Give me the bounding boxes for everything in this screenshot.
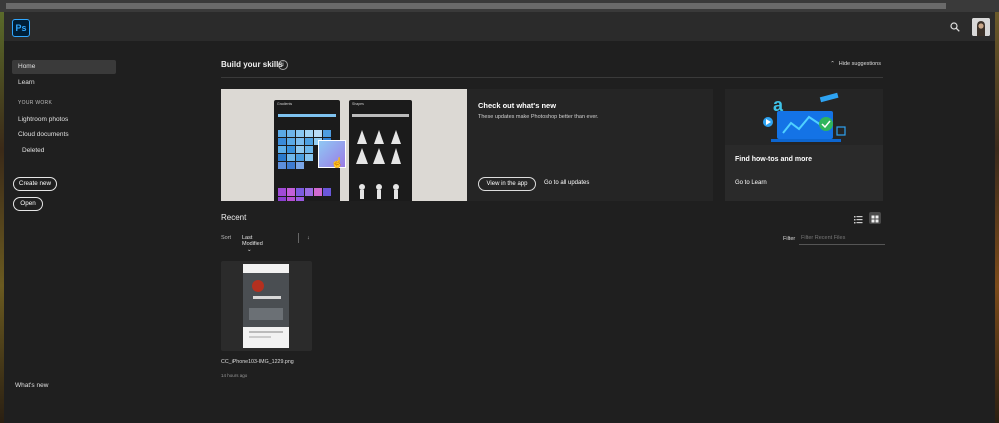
- gradients-panel-image: Gradients ☝: [274, 100, 346, 201]
- whats-new-title: Check out what's new: [478, 101, 557, 110]
- gradients-panel-title: Gradients: [277, 102, 293, 106]
- recent-file-name[interactable]: CC_iPhone103-IMG_1229.png: [221, 359, 294, 365]
- sort-value: Last Modified: [242, 235, 263, 247]
- recent-title: Recent: [221, 213, 247, 222]
- whats-new-illustration: Gradients ☝ Shapes: [221, 89, 467, 201]
- whats-new-link[interactable]: What's new: [9, 379, 113, 393]
- thumbnail-image: [243, 264, 289, 348]
- filter-label: Filter: [783, 236, 796, 242]
- info-icon[interactable]: i: [278, 60, 288, 70]
- file-thumbnail: [243, 264, 289, 348]
- whats-new-description: These updates make Photoshop better than…: [478, 114, 599, 120]
- sidebar-section-your-work: YOUR WORK: [18, 100, 53, 106]
- learn-card[interactable]: a Find how-tos and more Go to Learn: [725, 89, 883, 201]
- photoshop-logo[interactable]: Ps: [12, 19, 30, 37]
- shapes-panel-image: Shapes: [349, 100, 412, 201]
- avatar[interactable]: [972, 18, 990, 36]
- divider: [221, 77, 883, 78]
- sort-direction-arrow-icon[interactable]: ↓: [307, 235, 310, 241]
- hide-suggestions-button[interactable]: ⌃ Hide suggestions: [830, 61, 881, 67]
- main-content: Build your skills i ⌃ Hide suggestions Gr…: [221, 41, 885, 423]
- learn-card-title: Find how-tos and more: [735, 156, 812, 163]
- filter-input[interactable]: [799, 232, 885, 245]
- grid-view-toggle[interactable]: [869, 212, 881, 224]
- shape-thumbnails: [352, 114, 409, 199]
- chevron-up-icon: ⌃: [830, 61, 835, 67]
- recent-file-time: 14 hours ago: [221, 373, 248, 378]
- sidebar-item-lightroom[interactable]: Lightroom photos: [12, 113, 116, 127]
- sort-control: Sort Last Modified ⌄ ↓: [221, 233, 310, 253]
- learn-illustration: a: [725, 89, 883, 145]
- create-new-button[interactable]: Create new: [13, 177, 57, 191]
- laptop-illustration: a: [763, 92, 846, 142]
- sort-dropdown[interactable]: Last Modified ⌄: [242, 235, 263, 253]
- go-to-learn-link[interactable]: Go to Learn: [735, 180, 767, 186]
- sidebar-item-cloud-documents[interactable]: Cloud documents: [12, 128, 116, 142]
- view-in-app-button[interactable]: View in the app: [478, 177, 536, 191]
- sidebar: Home Learn YOUR WORK Lightroom photos Cl…: [4, 41, 120, 423]
- build-skills-title: Build your skills: [221, 60, 283, 69]
- shapes-panel-title: Shapes: [352, 102, 364, 106]
- window-title-bar: [6, 3, 946, 9]
- sidebar-item-deleted[interactable]: Deleted: [12, 144, 116, 158]
- list-view-icon: [854, 216, 863, 224]
- avatar-image: [972, 18, 990, 36]
- hide-suggestions-label: Hide suggestions: [838, 61, 881, 67]
- whats-new-card[interactable]: Gradients ☝ Shapes Check out what's new …: [221, 89, 713, 201]
- cursor-hand-icon: ☝: [331, 158, 344, 169]
- desktop-edge-right: [995, 12, 999, 423]
- go-to-updates-link[interactable]: Go to all updates: [544, 180, 589, 186]
- app-header: Ps: [4, 12, 995, 41]
- sidebar-item-home[interactable]: Home: [12, 60, 116, 74]
- sort-label: Sort: [221, 235, 232, 241]
- list-view-toggle[interactable]: [852, 212, 864, 224]
- sidebar-item-learn[interactable]: Learn: [12, 76, 116, 90]
- sort-divider: [298, 233, 299, 243]
- search-icon[interactable]: [950, 22, 960, 32]
- open-button[interactable]: Open: [13, 197, 43, 211]
- grid-view-icon: [871, 215, 879, 223]
- recent-file-tile[interactable]: [221, 261, 312, 351]
- chevron-down-icon: ⌄: [247, 247, 252, 253]
